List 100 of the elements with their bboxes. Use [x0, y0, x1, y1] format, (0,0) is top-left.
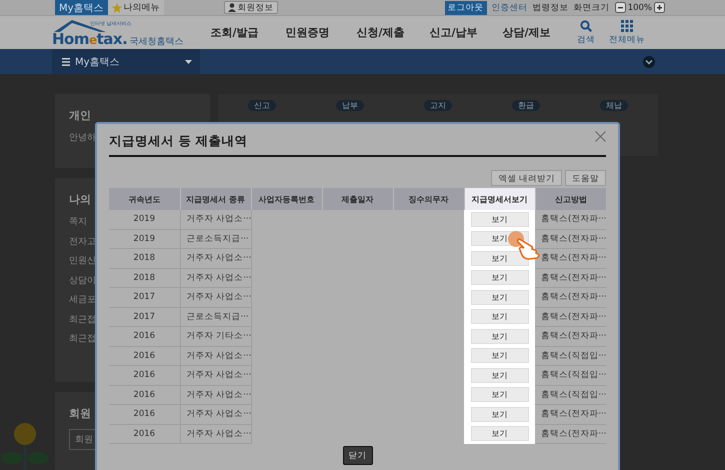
view-button[interactable]: 보기: [470, 348, 528, 364]
table-cell: 2017: [109, 307, 180, 326]
chevron-down-icon: [643, 56, 655, 68]
table-cell: 홈택스(직접입···: [535, 385, 606, 404]
zoom-level: 100%: [628, 2, 652, 12]
table-cell: 홈택스(전자파···: [535, 268, 606, 288]
top-tab[interactable]: 나의메뉴: [108, 0, 164, 15]
table-cell: 2016: [109, 385, 180, 404]
table-cell: 2016: [109, 326, 180, 346]
table-cell: 2016: [109, 366, 180, 385]
status-badge: 체납: [600, 100, 628, 111]
menu-item[interactable]: 조회/발급: [198, 25, 271, 40]
view-button[interactable]: 보기: [470, 212, 528, 227]
column-header: 지급명세서 종류: [180, 188, 251, 210]
dialog-button[interactable]: 엑셀 내려받기: [491, 170, 562, 186]
table-cell: 2016: [109, 424, 180, 444]
person-icon: [228, 3, 236, 12]
table-cell: 거주자 사업소···: [180, 248, 251, 268]
view-button[interactable]: 보기: [470, 270, 528, 286]
panel-link[interactable]: 전자고: [69, 234, 96, 254]
view-button[interactable]: 보기: [470, 328, 528, 344]
top-link[interactable]: 로그아웃: [444, 0, 487, 14]
column-header: 신고방법: [535, 188, 606, 210]
menu-item[interactable]: 신청/제출: [344, 25, 417, 40]
view-button[interactable]: 보기: [470, 426, 528, 442]
house-roof-icon: [52, 18, 108, 34]
table-cell: 거주자 사업소···: [180, 424, 251, 444]
table-cell: 2018: [109, 248, 180, 268]
menu-item[interactable]: 상담/제보: [490, 25, 563, 40]
member-info-button[interactable]: 회원정보: [224, 1, 278, 14]
table-cell: 거주자 사업소···: [180, 385, 251, 404]
panel-title: 회원: [69, 406, 91, 422]
status-badge: 고지: [424, 100, 452, 111]
panel-title: 개인: [69, 108, 91, 123]
panel-link[interactable]: 민원신: [69, 254, 96, 274]
panel-link[interactable]: 최근접: [69, 312, 96, 332]
logo-subtitle: 국세청홈택스: [129, 36, 184, 48]
status-badge: 납부: [336, 100, 364, 111]
view-button[interactable]: 보기: [470, 368, 528, 383]
panel-link[interactable]: 최근접: [69, 332, 96, 352]
close-button[interactable]: 닫기: [342, 446, 372, 465]
view-button[interactable]: 보기: [470, 250, 528, 266]
column-header: 지급명세서보기: [464, 188, 535, 210]
table-cell: 2016: [109, 346, 180, 366]
dialog-button[interactable]: 도움말: [565, 170, 606, 186]
table-cell: 거주자 사업소···: [180, 210, 251, 229]
coin-plant-drawing: [0, 420, 50, 470]
top-link[interactable]: 화면크기: [574, 2, 610, 14]
table-cell: 근로소득지급···: [180, 307, 251, 326]
zoom-out-icon: [614, 2, 626, 13]
table-cell: 거주자 사업소···: [180, 366, 251, 385]
panel-link[interactable]: 세금포: [69, 293, 96, 313]
dropdown-caret-icon: [185, 60, 192, 64]
search-icon: [580, 20, 592, 32]
table-cell: 거주자 기타소···: [180, 326, 251, 346]
column-header: 귀속년도: [109, 188, 180, 210]
table-cell: 홈택스(전자파···: [535, 326, 606, 346]
panel-title: 나의: [69, 192, 91, 208]
view-button[interactable]: 보기: [470, 406, 528, 422]
table-cell: 2016: [109, 404, 180, 424]
table-cell: 홈택스(전자파···: [535, 229, 606, 248]
table-cell: 근로소득지급···: [180, 229, 251, 248]
panel-link[interactable]: 상담이: [69, 274, 96, 294]
top-tab[interactable]: My홈택스: [55, 0, 108, 15]
grid-menu-icon: [621, 20, 633, 32]
logo-wordmark: Hometax.: [52, 30, 128, 48]
status-badge: 신고: [248, 100, 276, 111]
table-cell: 홈택스(전자파···: [535, 307, 606, 326]
view-button[interactable]: 보기: [470, 387, 528, 402]
status-badge: 환급: [512, 100, 540, 111]
table-cell: 거주자 사업소···: [180, 404, 251, 424]
table-cell: 홈택스(전자파···: [535, 424, 606, 444]
column-header: 사업자등록번호: [251, 188, 322, 210]
table-cell: 거주자 사업소···: [180, 288, 251, 307]
table-cell: 홈택스(전자파···: [535, 210, 606, 229]
table-cell: 홈택스(전자파···: [535, 288, 606, 307]
top-link[interactable]: 법령정보: [532, 2, 569, 14]
table-cell: 홈택스(직접입···: [535, 346, 606, 366]
panel-link[interactable]: 쪽지: [69, 215, 87, 235]
zoom-in-icon: [654, 2, 665, 13]
section-title: My홈택스: [75, 56, 121, 68]
table-cell: 2017: [109, 288, 180, 307]
table-cell: 홈택스(직접입···: [535, 366, 606, 385]
header-tool-button[interactable]: 검색: [577, 20, 595, 46]
table-cell: 거주자 사업소···: [180, 268, 251, 288]
header-tool-button[interactable]: 전체메뉴: [609, 20, 645, 46]
my-hometax-menu-bar[interactable]: My홈택스: [52, 49, 200, 74]
table-cell: 2019: [109, 229, 180, 248]
view-button[interactable]: 보기: [470, 309, 528, 324]
table-cell: 거주자 사업소···: [180, 346, 251, 366]
view-button[interactable]: 보기: [470, 290, 528, 305]
close-icon[interactable]: [595, 131, 606, 142]
dialog-title: 지급명세서 등 제출내역: [109, 133, 248, 150]
panel-link[interactable]: 안녕하: [69, 131, 96, 150]
column-header: 제출일자: [322, 188, 393, 210]
top-link[interactable]: 인증센터: [492, 2, 528, 14]
menu-item[interactable]: 민원증명: [271, 25, 344, 40]
menu-item[interactable]: 신고/납부: [417, 25, 490, 40]
menu-icon: [62, 58, 70, 66]
column-header: 징수의무자: [393, 188, 464, 210]
